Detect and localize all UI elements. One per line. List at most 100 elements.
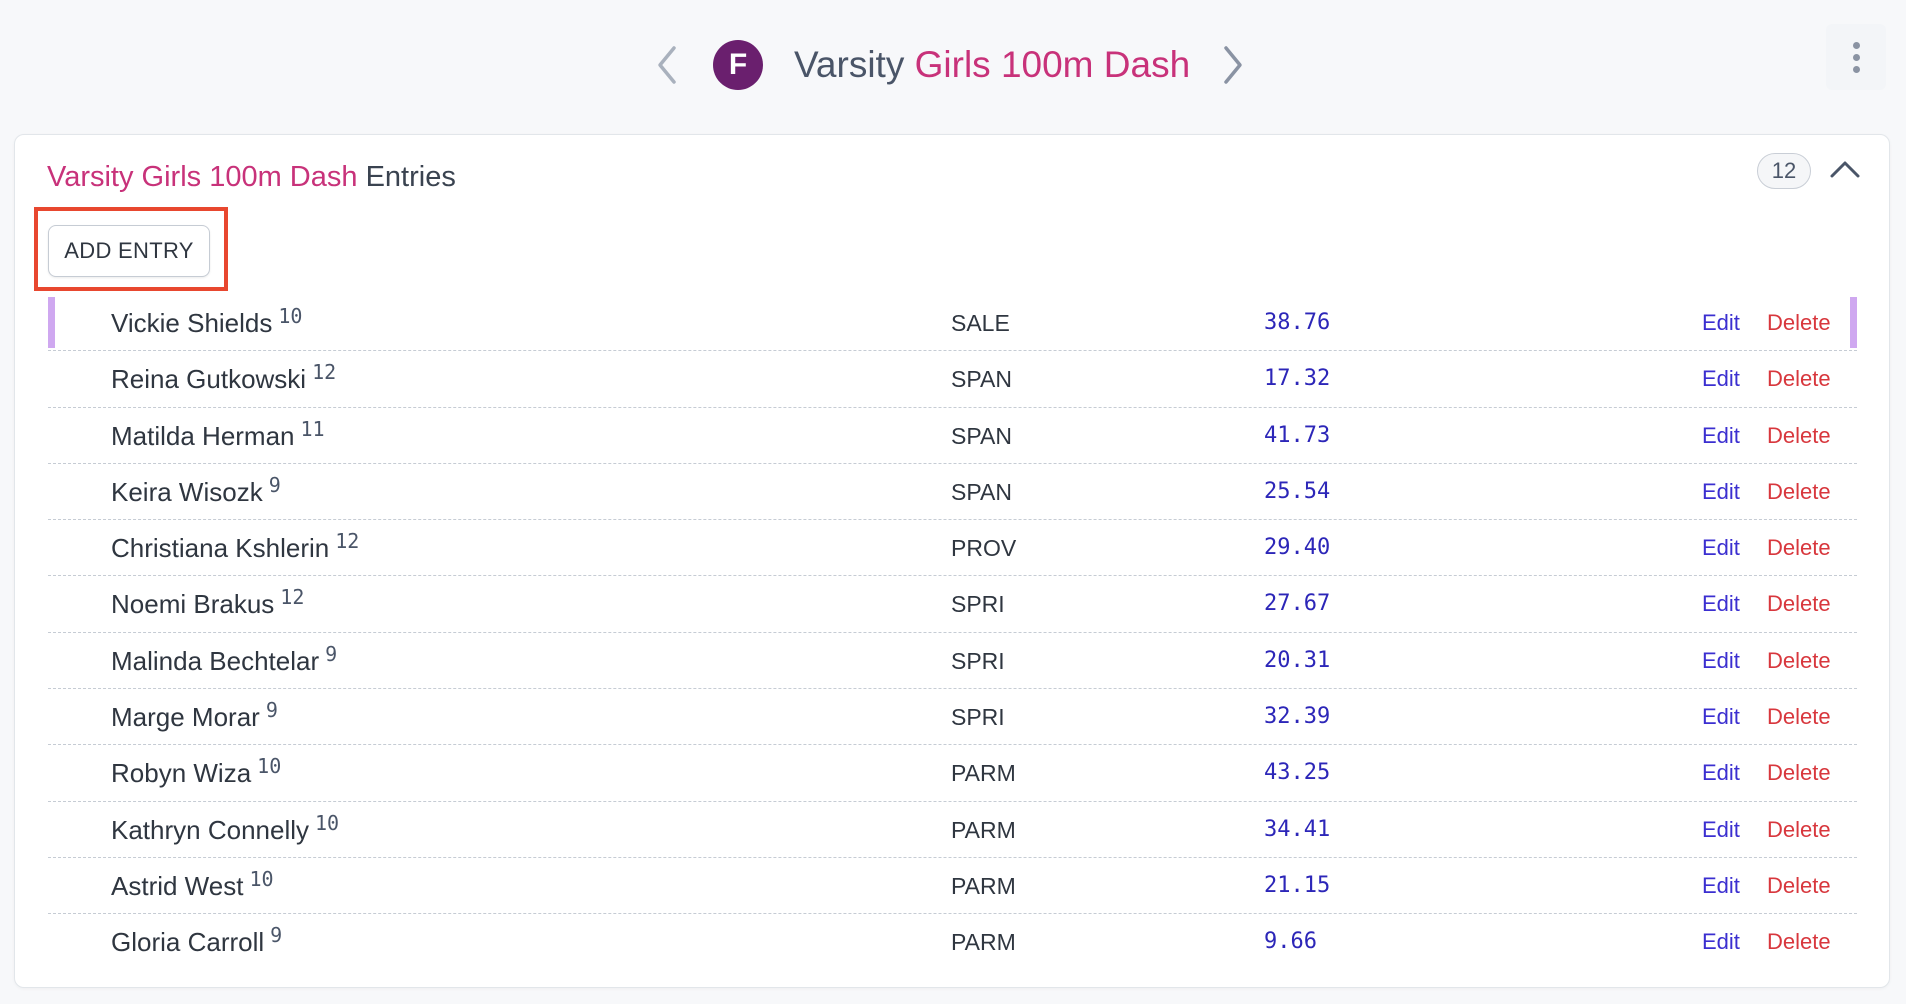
- seed-mark: 38.76: [1264, 310, 1331, 335]
- entry-row[interactable]: Astrid West 10 PARM 21.15 Edit Delete: [48, 858, 1857, 915]
- event-header: F Varsity Girls 100m Dash: [0, 0, 1906, 128]
- more-options-button[interactable]: [1826, 24, 1886, 90]
- athlete-grade: 12: [312, 360, 337, 385]
- entries-card: Varsity Girls 100m Dash Entries 12 ADD E…: [14, 134, 1890, 988]
- avatar-letter: F: [728, 48, 748, 81]
- athlete-name: Noemi Brakus 12: [111, 585, 305, 620]
- edit-entry-link[interactable]: Edit: [1702, 858, 1740, 914]
- entry-row[interactable]: Malinda Bechtelar 9 SPRI 20.31 Edit Delet…: [48, 633, 1857, 690]
- seed-mark: 29.40: [1264, 535, 1331, 561]
- entry-row[interactable]: Kathryn Connelly 10 PARM 34.41 Edit Delet…: [48, 802, 1857, 858]
- school-code: PARM: [951, 929, 1016, 956]
- athlete-name: Gloria Carroll 9: [111, 923, 283, 958]
- school-code: PARM: [951, 760, 1016, 787]
- seed-mark: 17.32: [1264, 366, 1331, 392]
- school-code: SPRI: [951, 704, 1005, 731]
- seed-mark: 20.31: [1264, 647, 1331, 673]
- page-title: Varsity Girls 100m Dash: [794, 40, 1190, 90]
- delete-entry-link[interactable]: Delete: [1767, 520, 1831, 576]
- school-code: SALE: [951, 310, 1010, 336]
- edit-entry-link[interactable]: Edit: [1702, 520, 1740, 576]
- athlete-grade: 10: [249, 866, 274, 891]
- school-code: SPAN: [951, 366, 1012, 393]
- school-code: PROV: [951, 535, 1017, 562]
- athlete-grade: 9: [325, 641, 338, 666]
- entry-row[interactable]: Marge Morar 9 SPRI 32.39 Edit Delete: [48, 689, 1857, 746]
- delete-entry-link[interactable]: Delete: [1767, 858, 1831, 914]
- edit-entry-link[interactable]: Edit: [1702, 408, 1740, 464]
- delete-entry-link[interactable]: Delete: [1767, 745, 1831, 801]
- athlete-name: Marge Morar 9: [111, 698, 278, 733]
- seed-mark: 27.67: [1264, 591, 1331, 617]
- kebab-menu-icon: [1852, 41, 1860, 73]
- delete-entry-link[interactable]: Delete: [1767, 464, 1831, 520]
- entry-row[interactable]: Robyn Wiza 10 PARM 43.25 Edit Delete: [48, 745, 1857, 802]
- athlete-grade: 12: [335, 529, 360, 554]
- seed-mark: 21.15: [1264, 872, 1331, 898]
- school-code: SPRI: [951, 591, 1005, 618]
- athlete-grade: 12: [280, 585, 305, 610]
- seed-mark: 43.25: [1264, 760, 1331, 786]
- edit-entry-link[interactable]: Edit: [1702, 576, 1740, 632]
- card-title-suffix: Entries: [365, 161, 456, 193]
- seed-mark: 25.54: [1264, 478, 1331, 504]
- athlete-name: Christiana Kshlerin 12: [111, 529, 360, 564]
- entry-row[interactable]: Noemi Brakus 12 SPRI 27.67 Edit Delete: [48, 576, 1857, 633]
- edit-entry-link[interactable]: Edit: [1702, 914, 1740, 970]
- athlete-grade: 10: [257, 754, 282, 779]
- athlete-name: Matilda Herman 11: [111, 416, 325, 451]
- page-title-event: Girls 100m Dash: [914, 44, 1191, 85]
- delete-entry-link[interactable]: Delete: [1767, 351, 1831, 407]
- athlete-grade: 9: [270, 923, 283, 948]
- chevron-up-icon: [1830, 161, 1860, 178]
- edit-entry-link[interactable]: Edit: [1702, 689, 1740, 745]
- seed-mark: 32.39: [1264, 704, 1331, 730]
- seed-mark: 9.66: [1264, 929, 1317, 955]
- athlete-name: Malinda Bechtelar 9: [111, 641, 338, 676]
- next-event-button[interactable]: [1213, 40, 1253, 90]
- athlete-name: Keira Wisozk 9: [111, 472, 281, 507]
- card-title-event: Varsity Girls 100m Dash: [47, 161, 358, 193]
- delete-entry-link[interactable]: Delete: [1767, 295, 1831, 351]
- edit-entry-link[interactable]: Edit: [1702, 802, 1740, 858]
- athlete-name: Robyn Wiza 10: [111, 754, 282, 789]
- school-code: SPAN: [951, 422, 1012, 449]
- entry-row[interactable]: Gloria Carroll 9 PARM 9.66 Edit Delete: [48, 914, 1857, 970]
- athlete-grade: 9: [265, 698, 278, 723]
- entries-list: Vickie Shields 10 SALE 38.76 Edit Delete …: [48, 295, 1857, 971]
- athlete-name: Astrid West 10: [111, 866, 274, 901]
- delete-entry-link[interactable]: Delete: [1767, 802, 1831, 858]
- athlete-name: Kathryn Connelly 10: [111, 810, 340, 845]
- delete-entry-link[interactable]: Delete: [1767, 633, 1831, 689]
- athlete-grade: 10: [315, 810, 340, 835]
- delete-entry-link[interactable]: Delete: [1767, 576, 1831, 632]
- delete-entry-link[interactable]: Delete: [1767, 689, 1831, 745]
- previous-event-button[interactable]: [647, 40, 687, 90]
- edit-entry-link[interactable]: Edit: [1702, 351, 1740, 407]
- school-code: PARM: [951, 816, 1016, 843]
- add-entry-button[interactable]: ADD ENTRY: [48, 225, 210, 277]
- school-code: PARM: [951, 872, 1016, 899]
- collapse-card-button[interactable]: [1825, 149, 1865, 189]
- card-title: Varsity Girls 100m Dash Entries: [47, 155, 456, 199]
- page-title-prefix: Varsity: [794, 44, 905, 85]
- edit-entry-link[interactable]: Edit: [1702, 295, 1740, 351]
- athlete-grade: 9: [268, 472, 281, 497]
- edit-entry-link[interactable]: Edit: [1702, 633, 1740, 689]
- entry-row[interactable]: Keira Wisozk 9 SPAN 25.54 Edit Delete: [48, 464, 1857, 521]
- chevron-left-icon: [658, 46, 676, 84]
- entry-row[interactable]: Matilda Herman 11 SPAN 41.73 Edit Delete: [48, 408, 1857, 464]
- delete-entry-link[interactable]: Delete: [1767, 914, 1831, 970]
- seed-mark: 34.41: [1264, 816, 1331, 842]
- delete-entry-link[interactable]: Delete: [1767, 408, 1831, 464]
- entry-count-badge: 12: [1757, 153, 1811, 189]
- entry-row[interactable]: Vickie Shields 10 SALE 38.76 Edit Delete: [48, 295, 1857, 352]
- athlete-name: Vickie Shields 10: [111, 304, 303, 338]
- school-code: SPRI: [951, 647, 1005, 674]
- seed-mark: 41.73: [1264, 422, 1331, 448]
- edit-entry-link[interactable]: Edit: [1702, 464, 1740, 520]
- athlete-grade: 10: [278, 304, 303, 328]
- edit-entry-link[interactable]: Edit: [1702, 745, 1740, 801]
- entry-row[interactable]: Christiana Kshlerin 12 PROV 29.40 Edit De…: [48, 520, 1857, 577]
- entry-row[interactable]: Reina Gutkowski 12 SPAN 17.32 Edit Delete: [48, 351, 1857, 408]
